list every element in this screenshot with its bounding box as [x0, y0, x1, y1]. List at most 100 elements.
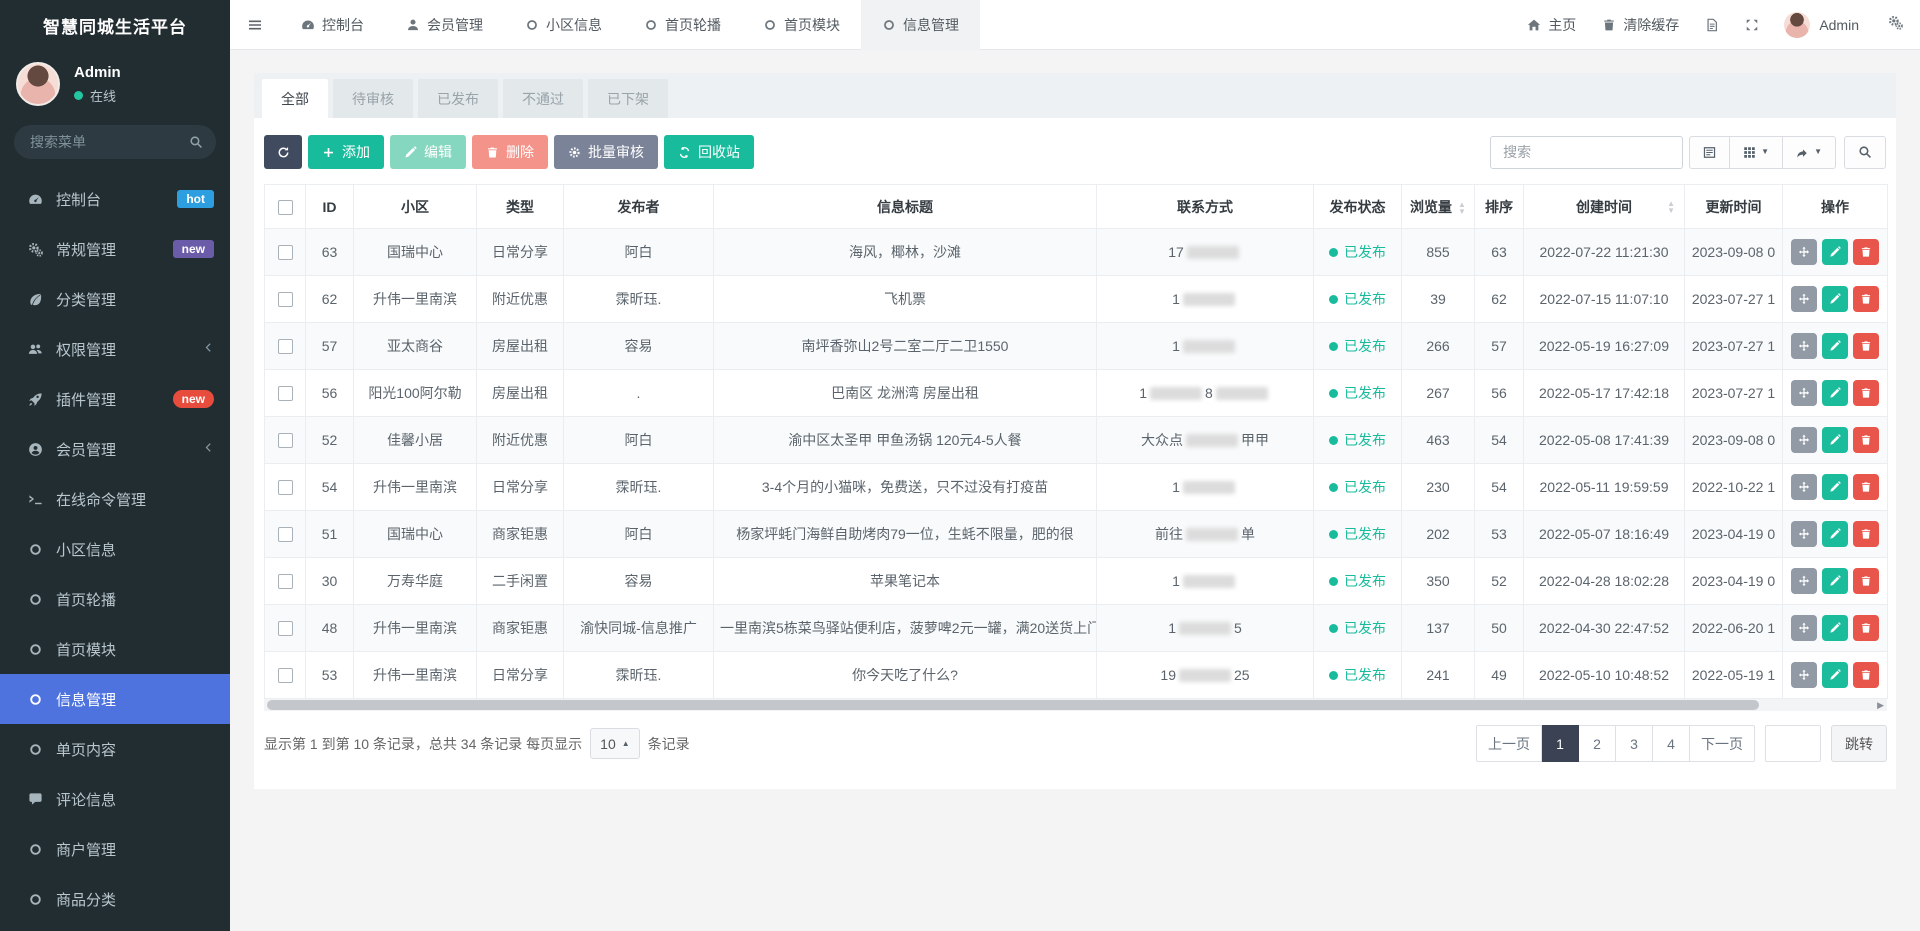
settings-button[interactable]	[1871, 15, 1920, 34]
page-button-4[interactable]: 4	[1653, 725, 1690, 762]
next-page-button[interactable]: 下一页	[1690, 725, 1755, 762]
sidebar-item-online-command[interactable]: 在线命令管理	[0, 474, 230, 524]
row-checkbox[interactable]	[278, 480, 293, 495]
home-button[interactable]: 主页	[1514, 0, 1589, 50]
row-delete-button[interactable]	[1853, 380, 1879, 406]
topbar-tab-info-manage[interactable]: 信息管理	[861, 0, 980, 50]
row-detail-button[interactable]	[1791, 380, 1817, 406]
docs-button[interactable]	[1692, 0, 1732, 50]
refresh-button[interactable]	[264, 135, 302, 169]
row-detail-button[interactable]	[1791, 286, 1817, 312]
row-checkbox[interactable]	[278, 621, 293, 636]
row-detail-button[interactable]	[1791, 427, 1817, 453]
sidebar-item-addon-manage[interactable]: 插件管理new	[0, 374, 230, 424]
col-views[interactable]: 浏览量▲▼	[1402, 185, 1475, 229]
search-button[interactable]	[1844, 136, 1886, 169]
recycle-bin-button[interactable]: 回收站	[664, 135, 754, 169]
sidebar-item-merchant-manage[interactable]: 商户管理	[0, 824, 230, 874]
page-jump-input[interactable]	[1765, 725, 1821, 762]
edit-button[interactable]: 编辑	[390, 135, 466, 169]
row-detail-button[interactable]	[1791, 333, 1817, 359]
page-jump-button[interactable]: 跳转	[1831, 725, 1887, 762]
row-delete-button[interactable]	[1853, 615, 1879, 641]
sort-icon[interactable]: ▲▼	[1667, 200, 1675, 214]
row-delete-button[interactable]	[1853, 521, 1879, 547]
sidebar-item-console[interactable]: 控制台hot	[0, 174, 230, 224]
row-checkbox[interactable]	[278, 527, 293, 542]
row-checkbox[interactable]	[278, 668, 293, 683]
page-size-select[interactable]: 10 ▲	[590, 728, 640, 759]
row-edit-button[interactable]	[1822, 474, 1848, 500]
row-edit-button[interactable]	[1822, 380, 1848, 406]
prev-page-button[interactable]: 上一页	[1476, 725, 1542, 762]
scroll-right-arrow-icon[interactable]: ▶	[1877, 699, 1884, 711]
row-delete-button[interactable]	[1853, 568, 1879, 594]
row-edit-button[interactable]	[1822, 286, 1848, 312]
row-delete-button[interactable]	[1853, 427, 1879, 453]
topbar-tab-member-manage[interactable]: 会员管理	[385, 0, 504, 50]
toggle-view-button[interactable]	[1689, 136, 1729, 169]
row-checkbox[interactable]	[278, 386, 293, 401]
topbar-tab-console[interactable]: 控制台	[280, 0, 385, 50]
sidebar-item-goods-category[interactable]: 商品分类	[0, 874, 230, 924]
sidebar-item-single-page[interactable]: 单页内容	[0, 724, 230, 774]
topbar-tab-home-module[interactable]: 首页模块	[742, 0, 861, 50]
row-edit-button[interactable]	[1822, 568, 1848, 594]
row-detail-button[interactable]	[1791, 474, 1817, 500]
row-edit-button[interactable]	[1822, 427, 1848, 453]
row-detail-button[interactable]	[1791, 239, 1817, 265]
row-detail-button[interactable]	[1791, 662, 1817, 688]
add-button[interactable]: 添加	[308, 135, 384, 169]
tab-pending[interactable]: 待审核	[333, 79, 413, 118]
sidebar-item-community-info[interactable]: 小区信息	[0, 524, 230, 574]
row-delete-button[interactable]	[1853, 474, 1879, 500]
row-checkbox[interactable]	[278, 339, 293, 354]
row-delete-button[interactable]	[1853, 333, 1879, 359]
hamburger-button[interactable]	[230, 0, 280, 50]
col-created[interactable]: 创建时间▲▼	[1524, 185, 1685, 229]
fullscreen-button[interactable]	[1732, 0, 1772, 50]
sidebar-item-comment-info[interactable]: 评论信息	[0, 774, 230, 824]
row-detail-button[interactable]	[1791, 568, 1817, 594]
clear-cache-button[interactable]: 清除缓存	[1589, 0, 1692, 50]
sidebar-item-home-module[interactable]: 首页模块	[0, 624, 230, 674]
sidebar-item-info-manage[interactable]: 信息管理	[0, 674, 230, 724]
row-edit-button[interactable]	[1822, 615, 1848, 641]
row-delete-button[interactable]	[1853, 239, 1879, 265]
columns-button[interactable]: ▼	[1729, 136, 1782, 169]
row-edit-button[interactable]	[1822, 333, 1848, 359]
row-delete-button[interactable]	[1853, 662, 1879, 688]
row-checkbox[interactable]	[278, 433, 293, 448]
page-button-3[interactable]: 3	[1616, 725, 1653, 762]
batch-audit-button[interactable]: 批量审核	[554, 135, 658, 169]
topbar-tab-banner[interactable]: 首页轮播	[623, 0, 742, 50]
tab-published[interactable]: 已发布	[418, 79, 498, 118]
sidebar-item-general-manage[interactable]: 常规管理new	[0, 224, 230, 274]
page-button-2[interactable]: 2	[1579, 725, 1616, 762]
delete-button[interactable]: 删除	[472, 135, 548, 169]
sidebar-search-input[interactable]	[14, 125, 216, 159]
sidebar-item-category-manage[interactable]: 分类管理	[0, 274, 230, 324]
tab-offline[interactable]: 已下架	[588, 79, 668, 118]
sidebar-item-banner[interactable]: 首页轮播	[0, 574, 230, 624]
scrollbar-thumb[interactable]	[267, 700, 1759, 710]
row-checkbox[interactable]	[278, 245, 293, 260]
sort-icon[interactable]: ▲▼	[1458, 201, 1466, 215]
select-all-checkbox[interactable]	[278, 200, 293, 215]
row-checkbox[interactable]	[278, 574, 293, 589]
tab-all[interactable]: 全部	[262, 79, 328, 118]
row-checkbox[interactable]	[278, 292, 293, 307]
col-checkbox[interactable]	[265, 185, 306, 229]
row-delete-button[interactable]	[1853, 286, 1879, 312]
table-search-input[interactable]	[1490, 136, 1683, 169]
row-detail-button[interactable]	[1791, 615, 1817, 641]
row-detail-button[interactable]	[1791, 521, 1817, 547]
tab-rejected[interactable]: 不通过	[503, 79, 583, 118]
page-button-1[interactable]: 1	[1542, 725, 1579, 762]
row-edit-button[interactable]	[1822, 521, 1848, 547]
sidebar-item-auth-manage[interactable]: 权限管理	[0, 324, 230, 374]
row-edit-button[interactable]	[1822, 239, 1848, 265]
row-edit-button[interactable]	[1822, 662, 1848, 688]
topbar-tab-community-info[interactable]: 小区信息	[504, 0, 623, 50]
export-button[interactable]: ▼	[1782, 136, 1836, 169]
